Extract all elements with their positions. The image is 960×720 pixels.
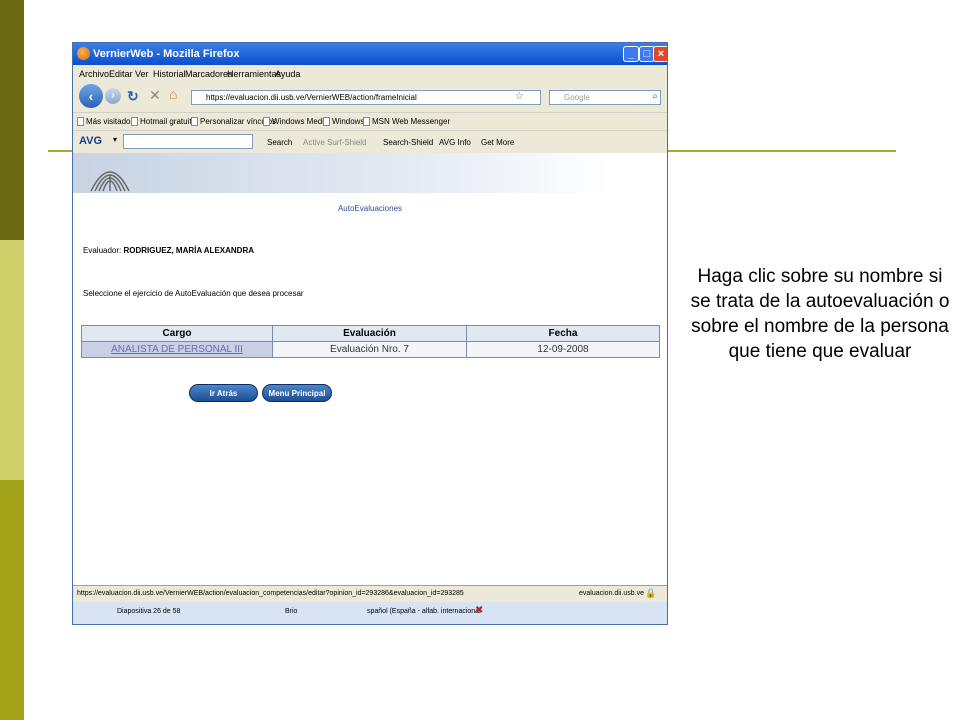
slide-number: Diapositiva 26 de 58 (117, 608, 181, 615)
page-title: AutoEvaluaciones (337, 204, 403, 213)
main-menu-button[interactable]: Menu Principal (262, 384, 332, 402)
page-icon (263, 117, 270, 127)
fecha-cell: 12-09-2008 (466, 341, 660, 358)
messenger-icon (363, 117, 370, 127)
menu-ayuda[interactable]: Ayuda (275, 69, 300, 79)
browser-screenshot: VernierWeb - Mozilla Firefox _ □ × Archi… (72, 42, 668, 625)
url-field[interactable]: https://evaluacion.dii.usb.ve/VernierWEB… (191, 90, 541, 105)
back-arrow-icon[interactable]: ‹ (79, 84, 103, 108)
bookmark-hotmail[interactable]: Hotmail gratuito (131, 117, 196, 127)
browser-status-bar: https://evaluacion.dii.usb.ve/VernierWEB… (73, 585, 667, 603)
table-header-row: Cargo Evaluación Fecha (81, 325, 660, 342)
bookmark-mas-visitados[interactable]: Más visitados (77, 117, 134, 127)
page-icon (131, 117, 138, 127)
presentation-status-bar: Diapositiva 26 de 58 Brio spañol (España… (73, 602, 667, 624)
bookmark-windows[interactable]: Windows (323, 117, 364, 127)
menu-archivo[interactable]: Archivo (79, 69, 109, 79)
search-icon[interactable]: ⌕ (652, 91, 658, 102)
menu-ver[interactable]: Ver (135, 69, 149, 79)
reload-icon[interactable]: ↻ (127, 88, 139, 105)
window-title: VernierWeb - Mozilla Firefox (93, 48, 240, 60)
url-text: https://evaluacion.dii.usb.ve/VernierWEB… (206, 93, 417, 102)
spellcheck-icon: ✖ (475, 605, 484, 616)
header-fecha: Fecha (466, 325, 660, 342)
slide-stripe-top (0, 0, 24, 240)
avg-get-more[interactable]: Get More (481, 138, 514, 147)
avg-info[interactable]: AVG Info (439, 138, 471, 147)
avg-toolbar: AVG ▾ Search Active Surf-Shield Search-S… (73, 130, 667, 154)
page-icon (323, 117, 330, 127)
header-evaluacion: Evaluación (272, 325, 467, 342)
minimize-button[interactable]: _ (623, 46, 639, 62)
avg-dropdown-icon[interactable]: ▾ (113, 135, 117, 144)
header-cargo: Cargo (81, 325, 273, 342)
avg-search-input[interactable] (123, 134, 253, 149)
avg-search-shield[interactable]: Search-Shield (383, 138, 433, 147)
evaluacion-cell: Evaluación Nro. 7 (272, 341, 467, 358)
avg-active-surf-shield[interactable]: Active Surf-Shield (303, 138, 367, 147)
forward-arrow-icon[interactable]: › (105, 88, 121, 104)
close-button[interactable]: × (653, 46, 667, 62)
web-page: AutoEvaluaciones Evaluador: RODRIGUEZ, M… (73, 153, 667, 585)
slide-stripe-bottom (0, 480, 24, 720)
evaluation-table: Cargo Evaluación Fecha ANALISTA DE PERSO… (81, 325, 660, 358)
menu-editar[interactable]: Editar (109, 69, 133, 79)
slide-caption: Haga clic sobre su nombre si se trata de… (690, 266, 950, 362)
bookmark-windows-media[interactable]: Windows Media (263, 117, 328, 127)
evaluator-name: RODRIGUEZ, MARÍA ALEXANDRA (123, 246, 254, 255)
status-domain: evaluacion.dii.usb.ve (579, 590, 644, 597)
page-icon (191, 117, 198, 127)
browser-titlebar: VernierWeb - Mozilla Firefox _ □ × (73, 43, 667, 65)
slide-stripe-middle (0, 240, 24, 480)
bookmarks-toolbar: Más visitados Hotmail gratuito Personali… (73, 112, 667, 131)
status-url: https://evaluacion.dii.usb.ve/VernierWEB… (77, 590, 464, 597)
search-input[interactable]: Google ⌕ (549, 90, 661, 105)
instruction-text: Seleccione el ejercicio de AutoEvaluació… (83, 289, 304, 298)
search-placeholder: Google (564, 93, 590, 102)
lock-icon: 🔒 (645, 588, 657, 598)
avg-logo: AVG (79, 135, 103, 147)
home-icon[interactable]: ⌂ (169, 86, 177, 102)
navigation-bar: ‹ › ↻ ✕ ⌂ https://evaluacion.dii.usb.ve/… (73, 82, 667, 112)
bookmark-star-icon[interactable]: ☆ (515, 91, 524, 102)
usb-logo-icon (90, 171, 130, 192)
bookmark-msn[interactable]: MSN Web Messenger (363, 117, 450, 127)
cargo-link[interactable]: ANALISTA DE PERSONAL III (81, 341, 273, 358)
menu-herramientas[interactable]: Herramientas (227, 69, 281, 79)
language-status: spañol (España - alfab. internacional (367, 608, 481, 615)
firefox-icon (77, 47, 90, 60)
menu-marcadores[interactable]: Marcadores (185, 69, 233, 79)
back-button[interactable]: Ir Atrás (189, 384, 258, 402)
evaluator-label: Evaluador: (83, 246, 122, 255)
theme-name: Brio (285, 608, 298, 615)
bookmark-icon (77, 117, 84, 127)
menu-bar: Archivo Editar Ver Historial Marcadores … (73, 65, 667, 82)
stop-icon[interactable]: ✕ (149, 87, 161, 104)
menu-historial[interactable]: Historial (153, 69, 186, 79)
table-row: ANALISTA DE PERSONAL III Evaluación Nro.… (81, 341, 660, 358)
avg-search-button[interactable]: Search (267, 138, 292, 147)
page-banner (73, 153, 667, 193)
evaluator-line: Evaluador: RODRIGUEZ, MARÍA ALEXANDRA (83, 246, 254, 255)
